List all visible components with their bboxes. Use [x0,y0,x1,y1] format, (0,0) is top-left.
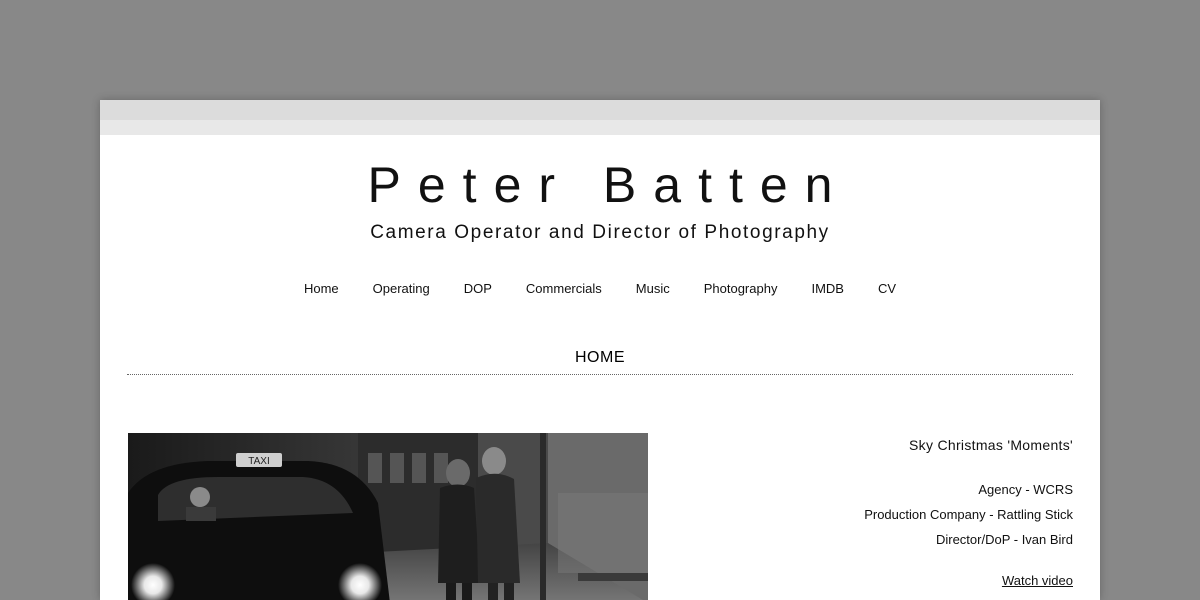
site-subtitle: Camera Operator and Director of Photogra… [370,222,830,243]
feature-photo[interactable]: TAXI [128,433,648,600]
taxi-sign-text: TAXI [248,456,269,467]
nav-dop[interactable]: DOP [464,281,492,296]
credit-production-company: Production Company - Rattling Stick [864,507,1073,522]
nav-operating[interactable]: Operating [373,281,430,296]
nav-commercials[interactable]: Commercials [526,281,602,296]
title-divider [127,374,1073,375]
nav-imdb[interactable]: IMDB [811,281,844,296]
site-title: Peter Batten [367,157,850,213]
nav-cv[interactable]: CV [878,281,896,296]
watch-video-link[interactable]: Watch video [1002,573,1073,588]
feature-info: Sky Christmas 'Moments' Agency - WCRS Pr… [753,437,1073,588]
site-header: Peter Batten Camera Operator and Directo… [100,157,1100,296]
nav-music[interactable]: Music [636,281,670,296]
browser-chrome-top [100,100,1100,120]
credit-director: Director/DoP - Ivan Bird [935,532,1073,547]
nav-photography[interactable]: Photography [704,281,778,296]
main-nav: Home Operating DOP Commercials Music Pho… [100,281,1100,296]
browser-window: Peter Batten Camera Operator and Directo… [100,100,1100,600]
feature-title: Sky Christmas 'Moments' [909,437,1073,453]
nav-home[interactable]: Home [304,281,339,296]
page-title: HOME [575,349,625,366]
browser-toolbar [100,120,1100,135]
credit-agency: Agency - WCRS [978,482,1073,497]
